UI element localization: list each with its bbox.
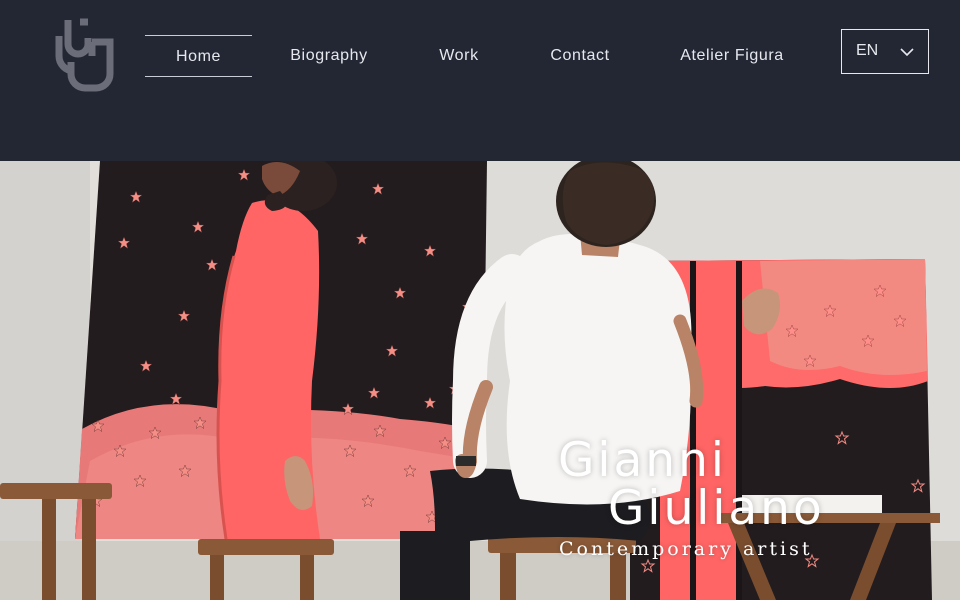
hero-title-first-name: Gianni — [558, 433, 727, 488]
hero-title-last-name: Giuliano — [608, 481, 825, 536]
hero-title: Gianni Giuliano — [558, 437, 825, 533]
language-label: EN — [856, 42, 879, 59]
language-selector[interactable]: EN — [841, 29, 929, 74]
nav-item-contact[interactable]: Contact — [538, 35, 622, 77]
hero-subtitle: Contemporary artist — [559, 538, 813, 560]
nav-item-atelier-figura[interactable]: Atelier Figura — [672, 35, 792, 77]
site-header: Home Biography Work Contact Atelier Figu… — [0, 0, 960, 161]
monogram-logo-icon[interactable] — [54, 16, 116, 92]
hero-section: Gianni Giuliano Contemporary artist — [0, 161, 960, 600]
nav-item-home[interactable]: Home — [145, 35, 252, 77]
nav-item-work[interactable]: Work — [424, 35, 494, 77]
chevron-down-icon — [900, 48, 914, 57]
nav-item-biography[interactable]: Biography — [281, 35, 377, 77]
